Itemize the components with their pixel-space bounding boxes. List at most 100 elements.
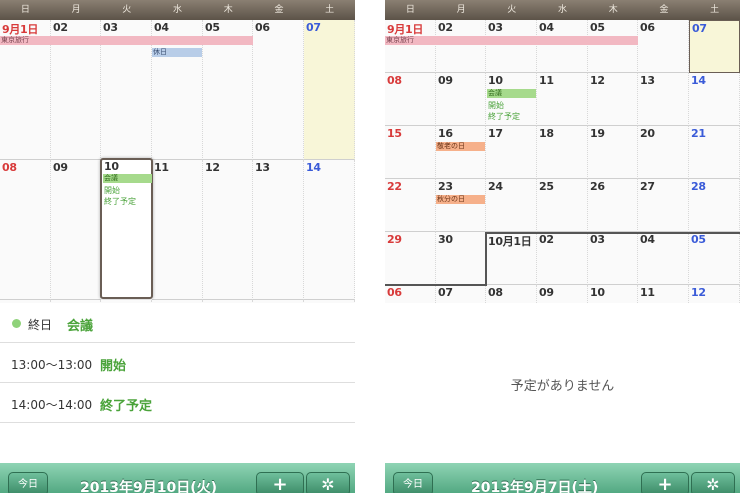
day-cell[interactable]: 22 xyxy=(385,179,436,232)
day-cell[interactable]: 11 xyxy=(152,160,203,300)
day-number: 12 xyxy=(691,286,706,299)
day-cell[interactable]: 12 xyxy=(689,285,740,303)
event-time: 13:00〜13:00 xyxy=(11,358,93,372)
weekday-tue: 火 xyxy=(507,5,517,15)
day-number: 30 xyxy=(438,233,453,246)
day-number: 17 xyxy=(488,127,503,140)
day-cell[interactable]: 14 xyxy=(689,73,740,126)
screen-separator xyxy=(355,0,385,493)
list-item[interactable]: 終日 会議 xyxy=(0,303,355,343)
day-cell[interactable]: 18 xyxy=(537,126,588,179)
day-cell[interactable]: 07 xyxy=(304,20,355,160)
event-start[interactable]: 開始 xyxy=(104,186,120,195)
day-cell[interactable]: 08 xyxy=(486,285,537,303)
day-number: 9月1日 xyxy=(387,23,424,36)
day-cell[interactable]: 05 xyxy=(588,20,638,73)
day-cell[interactable]: 07 xyxy=(436,285,486,303)
day-cell[interactable]: 15 xyxy=(385,126,436,179)
day-cell[interactable]: 02 xyxy=(537,232,588,285)
settings-gear-icon[interactable]: ✲ xyxy=(306,472,350,493)
add-event-button[interactable]: + xyxy=(641,472,689,493)
day-cell[interactable]: 24 xyxy=(486,179,537,232)
bottom-toolbar: 今日 2013年9月10日(火) + ✲ xyxy=(0,463,355,493)
all-day-dot-icon xyxy=(12,319,21,328)
day-cell[interactable]: 04 xyxy=(537,20,588,73)
list-item[interactable]: 14:00〜14:00 終了予定 xyxy=(0,383,355,423)
day-cell[interactable]: 28 xyxy=(689,179,740,232)
day-cell[interactable]: 17 xyxy=(486,126,537,179)
list-item[interactable]: 13:00〜13:00 開始 xyxy=(0,343,355,383)
event-title: 会議 xyxy=(67,319,94,334)
event-bar-meeting[interactable]: 会議 xyxy=(487,89,536,98)
event-time: 終日 xyxy=(28,318,53,332)
day-cell[interactable]: 29 xyxy=(385,232,436,285)
selected-day-cell[interactable]: 10 会議 開始 終了予定 xyxy=(100,158,153,299)
settings-gear-icon[interactable]: ✲ xyxy=(691,472,735,493)
day-cell[interactable]: 20 xyxy=(638,126,689,179)
day-number: 04 xyxy=(154,21,169,34)
day-cell[interactable]: 08 xyxy=(0,160,51,300)
day-number: 10 xyxy=(590,286,605,299)
day-cell[interactable]: 14 xyxy=(304,160,355,300)
day-number: 19 xyxy=(590,127,605,140)
calendar-screen-right: 日 月 火 水 木 金 土 9月1日 02 03 04 05 06 07 08 09 10 11 12… xyxy=(385,0,740,493)
event-start[interactable]: 開始 xyxy=(488,101,504,110)
add-event-button[interactable]: + xyxy=(256,472,304,493)
day-number: 9月1日 xyxy=(2,23,39,36)
day-cell[interactable]: 06 xyxy=(385,285,436,303)
day-cell[interactable]: 21 xyxy=(689,126,740,179)
day-cell[interactable]: 09 xyxy=(436,73,486,126)
day-cell[interactable]: 10 xyxy=(588,285,638,303)
day-cell[interactable]: 10月1日 xyxy=(486,232,537,285)
day-number: 23 xyxy=(438,180,453,193)
event-bar-equinox-day[interactable]: 秋分の日 xyxy=(436,195,485,204)
day-cell[interactable]: 19 xyxy=(588,126,638,179)
day-cell[interactable]: 30 xyxy=(436,232,486,285)
day-cell[interactable]: 11 xyxy=(638,285,689,303)
current-date: 2013年9月7日(土) xyxy=(471,480,599,493)
day-cell[interactable]: 02 xyxy=(436,20,486,73)
day-cell[interactable]: 09 xyxy=(537,285,588,303)
day-cell[interactable]: 06 xyxy=(638,20,689,73)
day-cell[interactable]: 9月1日 xyxy=(385,20,436,73)
event-bar-meeting[interactable]: 会議 xyxy=(103,174,152,183)
day-cell[interactable]: 07 xyxy=(689,20,740,73)
day-cell[interactable]: 16 xyxy=(436,126,486,179)
day-cell[interactable]: 03 xyxy=(588,232,638,285)
event-bar-respect-aged-day[interactable]: 敬老の日 xyxy=(436,142,485,151)
event-bar-trip[interactable]: 東京旅行 xyxy=(0,36,253,45)
weekday-sun: 日 xyxy=(405,5,415,15)
day-number: 03 xyxy=(103,21,118,34)
day-number: 21 xyxy=(691,127,706,140)
day-cell[interactable]: 08 xyxy=(385,73,436,126)
no-events-message: 予定がありません xyxy=(510,379,615,394)
day-cell[interactable]: 27 xyxy=(638,179,689,232)
day-cell[interactable]: 11 xyxy=(537,73,588,126)
day-cell[interactable]: 05 xyxy=(689,232,740,285)
event-bar-trip[interactable]: 東京旅行 xyxy=(385,36,638,45)
event-bar-holiday[interactable]: 休日 xyxy=(152,48,202,57)
day-cell[interactable]: 12 xyxy=(203,160,253,300)
day-number: 09 xyxy=(438,74,453,87)
weekday-thu: 木 xyxy=(223,5,233,15)
day-cell[interactable]: 13 xyxy=(253,160,304,300)
day-cell[interactable]: 25 xyxy=(537,179,588,232)
today-button[interactable]: 今日 xyxy=(8,472,48,493)
event-end[interactable]: 終了予定 xyxy=(488,112,520,121)
day-cell[interactable]: 04 xyxy=(638,232,689,285)
weekday-sat: 土 xyxy=(710,5,720,15)
day-cell[interactable]: 09 xyxy=(51,160,101,300)
day-number: 20 xyxy=(640,127,655,140)
day-cell[interactable]: 13 xyxy=(638,73,689,126)
day-number: 03 xyxy=(488,21,503,34)
event-title: 終了予定 xyxy=(100,399,153,414)
month-grid: 9月1日 02 03 04 05 06 07 08 09 10 11 12 13 14 15 16 17 18 19… xyxy=(385,20,740,303)
weekday-wed: 水 xyxy=(173,5,183,15)
today-button[interactable]: 今日 xyxy=(393,472,433,493)
event-end[interactable]: 終了予定 xyxy=(104,197,136,206)
day-cell[interactable]: 06 xyxy=(253,20,304,160)
day-cell[interactable]: 23 xyxy=(436,179,486,232)
day-cell[interactable]: 03 xyxy=(486,20,537,73)
day-cell[interactable]: 26 xyxy=(588,179,638,232)
day-cell[interactable]: 12 xyxy=(588,73,638,126)
